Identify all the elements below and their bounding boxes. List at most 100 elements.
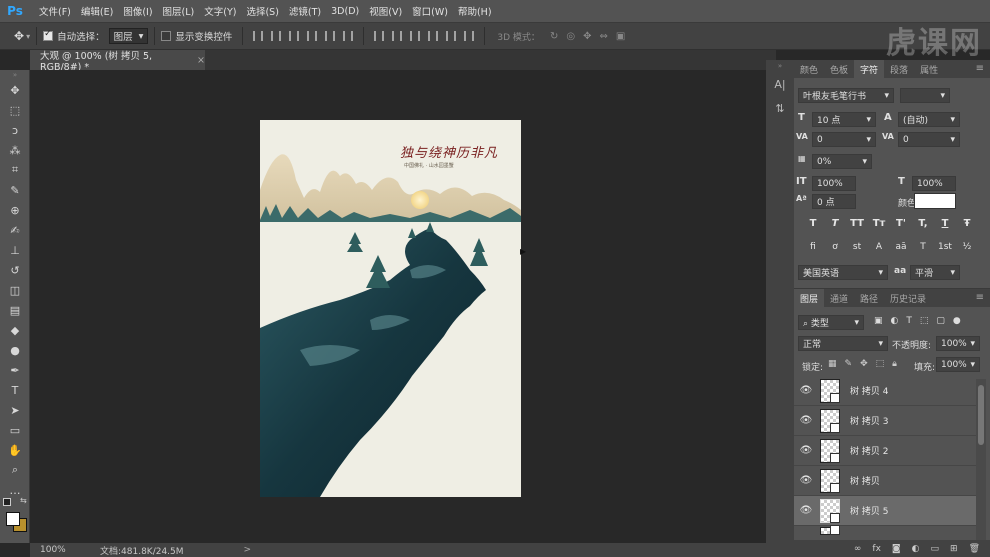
delete-layer-icon[interactable]: 🗑︎	[969, 544, 980, 554]
superscript-button[interactable]: T'	[892, 218, 910, 229]
align-vcenter-icon[interactable]	[271, 31, 282, 41]
close-tab-icon[interactable]: ×	[197, 55, 205, 66]
font-family-dropdown[interactable]: 叶根友毛笔行书 ▾	[798, 88, 894, 103]
layer-filter-dropdown[interactable]: ⌕ 类型 ▾	[798, 315, 864, 330]
brush-tool-icon[interactable]: ✍	[0, 220, 30, 240]
panel-menu-icon[interactable]: ≡	[970, 289, 990, 307]
history-brush-tool-icon[interactable]: ↺	[0, 260, 30, 280]
menu-layer[interactable]: 图层(L)	[158, 4, 200, 18]
distribute-top-icon[interactable]	[374, 31, 385, 41]
layer-row[interactable]: 👁︎ 树 拷贝 4	[794, 376, 976, 406]
tab-history[interactable]: 历史记录	[884, 289, 932, 307]
blur-tool-icon[interactable]: ◆	[0, 320, 30, 340]
align-left-icon[interactable]	[307, 31, 318, 41]
clone-stamp-tool-icon[interactable]: ⊥	[0, 240, 30, 260]
lasso-tool-icon[interactable]: ↄ	[0, 120, 30, 140]
layer-row-selected[interactable]: 👁︎ 树 拷贝 5	[794, 496, 976, 526]
hand-tool-icon[interactable]: ✋	[0, 440, 30, 460]
align-hcenter-icon[interactable]	[325, 31, 336, 41]
new-group-icon[interactable]: ▭	[931, 544, 940, 554]
faux-bold-button[interactable]: T	[804, 218, 822, 229]
tab-paragraph[interactable]: 段落	[884, 60, 914, 78]
tab-layers[interactable]: 图层	[794, 289, 825, 307]
font-style-dropdown[interactable]: ▾	[900, 88, 950, 103]
rectangle-tool-icon[interactable]: ▭	[0, 420, 30, 440]
magic-wand-tool-icon[interactable]: ⁂	[0, 140, 30, 160]
document-canvas[interactable]: 独与绕神历非凡 中国佛礼 · 山水园墨蟹	[260, 120, 521, 497]
auto-select-dropdown[interactable]: 图层 ▾	[108, 28, 149, 44]
layers-scrollbar-thumb[interactable]	[978, 385, 984, 445]
menu-window[interactable]: 窗口(W)	[407, 4, 453, 18]
default-colors-icon[interactable]	[3, 498, 11, 506]
kerning-field[interactable]: 0 ▾	[812, 132, 876, 147]
discretionary-ligatures-button[interactable]: st	[848, 242, 866, 252]
visibility-eye-icon[interactable]: 👁︎	[794, 415, 818, 426]
strikethrough-button[interactable]: Ŧ	[958, 218, 976, 229]
faux-italic-button[interactable]: T	[826, 218, 844, 229]
3d-scale-icon[interactable]: ▣	[616, 31, 625, 42]
vertical-scale-field[interactable]: 100%	[812, 176, 856, 191]
filter-smart-object-icon[interactable]: ▢	[936, 316, 945, 326]
layer-row-partial[interactable]	[794, 525, 976, 536]
move-tool-icon[interactable]: ✥	[14, 29, 24, 43]
layer-style-icon[interactable]: fx	[872, 544, 881, 554]
distribute-bottom-icon[interactable]	[410, 31, 421, 41]
leading-field[interactable]: (自动) ▾	[898, 112, 960, 127]
horizontal-scale-field[interactable]: 100%	[912, 176, 956, 191]
tool-preset-chevron-icon[interactable]: ▾	[26, 32, 30, 41]
marquee-tool-icon[interactable]: ⬚	[0, 100, 30, 120]
menu-view[interactable]: 视图(V)	[364, 4, 407, 18]
menu-file[interactable]: 文件(F)	[34, 4, 76, 18]
menu-image[interactable]: 图像(I)	[118, 4, 157, 18]
align-top-icon[interactable]	[253, 31, 264, 41]
menu-filter[interactable]: 滤镜(T)	[284, 4, 326, 18]
tab-channels[interactable]: 通道	[824, 289, 854, 307]
crop-tool-icon[interactable]: ⌗	[0, 160, 30, 180]
distribute-vcenter-icon[interactable]	[392, 31, 403, 41]
align-right-icon[interactable]	[343, 31, 354, 41]
character-panel-icon[interactable]: A|	[766, 72, 794, 96]
link-layers-icon[interactable]: ∞	[854, 544, 862, 554]
menu-3d[interactable]: 3D(D)	[326, 6, 364, 17]
tab-paths[interactable]: 路径	[854, 289, 884, 307]
baseline-shift-field[interactable]: 0 点	[812, 194, 856, 209]
zoom-level[interactable]: 100%	[40, 545, 100, 555]
lock-position-icon[interactable]: ✥	[860, 359, 868, 369]
filter-shape-icon[interactable]: ⬚	[920, 316, 929, 326]
underline-button[interactable]: T	[936, 218, 954, 229]
swash-button[interactable]: A	[870, 242, 888, 252]
zoom-tool-icon[interactable]: ⌕	[0, 460, 30, 480]
antialias-dropdown[interactable]: 平滑 ▾	[910, 265, 960, 280]
distribute-hcenter-icon[interactable]	[446, 31, 457, 41]
visibility-eye-icon[interactable]: 👁︎	[794, 475, 818, 486]
tab-color[interactable]: 颜色	[794, 60, 824, 78]
pen-tool-icon[interactable]: ✒	[0, 360, 30, 380]
blend-mode-dropdown[interactable]: 正常 ▾	[798, 336, 888, 351]
layer-row[interactable]: 👁︎ 树 拷贝 3	[794, 406, 976, 436]
new-adjustment-layer-icon[interactable]: ◐	[912, 544, 920, 554]
language-dropdown[interactable]: 美国英语 ▾	[798, 265, 888, 280]
document-tab[interactable]: 大观 @ 100% (树 拷贝 5, RGB/8#) * ×	[30, 50, 205, 73]
titling-alternates-button[interactable]: T	[914, 242, 932, 252]
lock-all-icon[interactable]: 🔒︎	[892, 359, 897, 369]
panel-menu-icon[interactable]: ≡	[970, 60, 990, 78]
tab-character[interactable]: 字符	[854, 60, 885, 78]
eyedropper-tool-icon[interactable]: ✎	[0, 180, 30, 200]
lock-artboard-icon[interactable]: ⬚	[876, 359, 885, 369]
type-tool-icon[interactable]: T	[0, 380, 30, 400]
move-tool-icon[interactable]: ✥	[0, 80, 30, 100]
eraser-tool-icon[interactable]: ◫	[0, 280, 30, 300]
stylistic-alternates-button[interactable]: aā	[892, 242, 910, 252]
ordinals-button[interactable]: 1st	[936, 242, 954, 252]
healing-brush-tool-icon[interactable]: ⊕	[0, 200, 30, 220]
menu-select[interactable]: 选择(S)	[241, 4, 283, 18]
new-layer-icon[interactable]: ⊞	[950, 544, 958, 554]
menu-type[interactable]: 文字(Y)	[199, 4, 241, 18]
distribute-right-icon[interactable]	[464, 31, 475, 41]
tsume-field[interactable]: 0% ▾	[812, 154, 872, 169]
add-mask-icon[interactable]: ◙	[892, 544, 901, 554]
show-transform-checkbox[interactable]	[161, 31, 172, 41]
menu-edit[interactable]: 编辑(E)	[76, 4, 118, 18]
dodge-tool-icon[interactable]: ●	[0, 340, 30, 360]
tab-swatches[interactable]: 色板	[824, 60, 854, 78]
